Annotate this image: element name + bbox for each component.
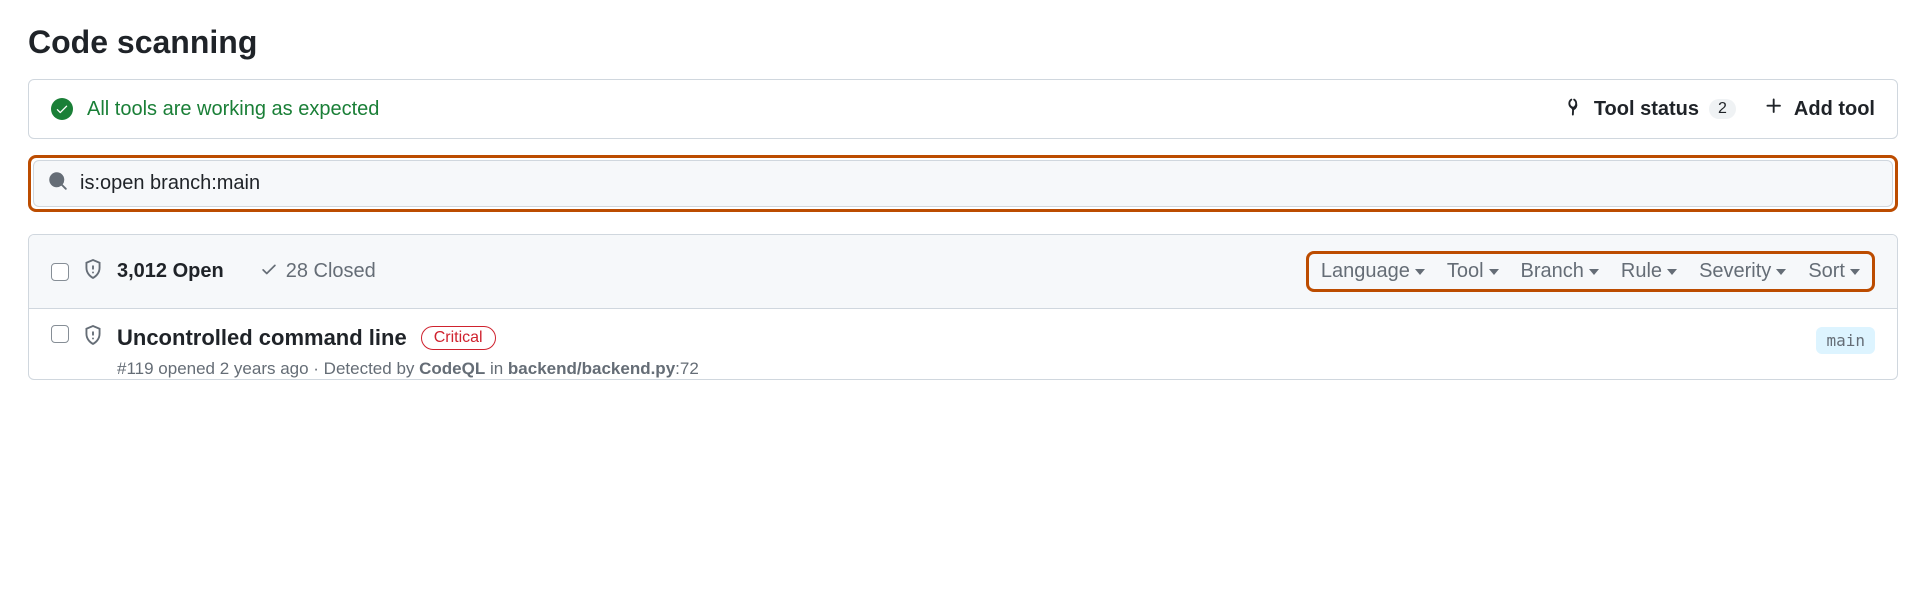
filter-rule[interactable]: Rule <box>1621 260 1677 283</box>
wrench-icon <box>1564 96 1584 122</box>
closed-label: 28 Closed <box>286 260 376 283</box>
chevron-down-icon <box>1667 269 1677 275</box>
tool-status-button[interactable]: Tool status 2 <box>1564 96 1736 122</box>
status-message: All tools are working as expected <box>87 98 379 121</box>
search-input[interactable] <box>80 172 1878 195</box>
alerts-list: 3,012 Open 28 Closed Language Tool Branc… <box>28 234 1898 380</box>
shield-icon <box>83 259 103 284</box>
list-header: 3,012 Open 28 Closed Language Tool Branc… <box>29 235 1897 309</box>
chevron-down-icon <box>1850 269 1860 275</box>
shield-icon <box>83 325 103 350</box>
filters-highlight-box: Language Tool Branch Rule Severity Sort <box>1306 251 1875 292</box>
filter-severity[interactable]: Severity <box>1699 260 1786 283</box>
select-all-checkbox[interactable] <box>51 263 69 281</box>
row-checkbox[interactable] <box>51 325 69 343</box>
add-tool-button[interactable]: Add tool <box>1764 96 1875 122</box>
branch-tag: main <box>1816 327 1875 354</box>
tool-status-label: Tool status <box>1594 98 1699 121</box>
closed-tab[interactable]: 28 Closed <box>260 260 376 284</box>
alert-meta: #119 opened 2 years ago · Detected by Co… <box>117 359 1802 379</box>
search-highlight-box <box>28 155 1898 212</box>
filter-branch[interactable]: Branch <box>1521 260 1599 283</box>
chevron-down-icon <box>1589 269 1599 275</box>
alert-row[interactable]: Uncontrolled command line Critical #119 … <box>29 309 1897 379</box>
filter-language[interactable]: Language <box>1321 260 1425 283</box>
filter-sort[interactable]: Sort <box>1808 260 1860 283</box>
filter-tool[interactable]: Tool <box>1447 260 1499 283</box>
alert-title[interactable]: Uncontrolled command line <box>117 325 407 351</box>
open-tab[interactable]: 3,012 Open <box>117 260 224 283</box>
check-icon <box>260 260 278 284</box>
status-bar: All tools are working as expected Tool s… <box>28 79 1898 139</box>
chevron-down-icon <box>1776 269 1786 275</box>
add-tool-label: Add tool <box>1794 98 1875 121</box>
search-box[interactable] <box>33 160 1893 207</box>
tool-count-badge: 2 <box>1709 99 1736 119</box>
page-title: Code scanning <box>28 24 1898 61</box>
chevron-down-icon <box>1489 269 1499 275</box>
severity-badge: Critical <box>421 326 496 350</box>
check-circle-icon <box>51 98 73 120</box>
chevron-down-icon <box>1415 269 1425 275</box>
plus-icon <box>1764 96 1784 122</box>
search-icon <box>48 171 68 196</box>
